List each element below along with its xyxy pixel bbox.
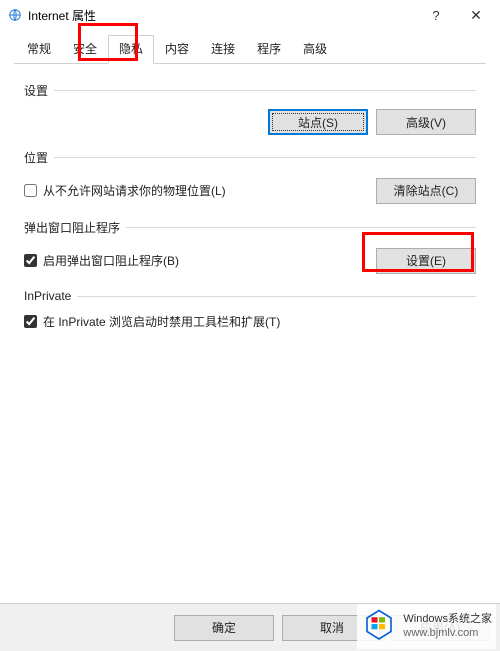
enable-popup-checkbox[interactable]: [24, 254, 37, 267]
deny-location-text: 从不允许网站请求你的物理位置(L): [43, 182, 226, 199]
tab-programs[interactable]: 程序: [246, 35, 292, 64]
watermark-line2: www.bjmlv.com: [403, 627, 492, 640]
enable-popup-text: 启用弹出窗口阻止程序(B): [43, 252, 179, 269]
tab-connections[interactable]: 连接: [200, 35, 246, 64]
popup-settings-button[interactable]: 设置(E): [376, 248, 476, 274]
titlebar: Internet 属性 ? ✕: [0, 0, 500, 30]
tab-general[interactable]: 常规: [16, 35, 62, 64]
deny-location-label[interactable]: 从不允许网站请求你的物理位置(L): [24, 182, 376, 199]
ok-button[interactable]: 确定: [174, 615, 274, 641]
tab-privacy[interactable]: 隐私: [108, 35, 154, 64]
inprivate-title: InPrivate: [24, 289, 71, 303]
tab-advanced[interactable]: 高级: [292, 35, 338, 64]
advanced-button[interactable]: 高级(V): [376, 109, 476, 135]
watermark-line1: Windows系统之家: [403, 613, 492, 626]
inprivate-checkbox[interactable]: [24, 315, 37, 328]
clear-sites-button[interactable]: 清除站点(C): [376, 178, 476, 204]
deny-location-checkbox[interactable]: [24, 184, 37, 197]
help-button[interactable]: ?: [416, 1, 456, 29]
sites-button[interactable]: 站点(S): [268, 109, 368, 135]
settings-title: 设置: [24, 82, 48, 99]
section-location: 位置 从不允许网站请求你的物理位置(L) 清除站点(C): [24, 149, 476, 205]
titlebar-title: Internet 属性: [28, 7, 96, 24]
enable-popup-label[interactable]: 启用弹出窗口阻止程序(B): [24, 252, 376, 269]
inprivate-label[interactable]: 在 InPrivate 浏览启动时禁用工具栏和扩展(T): [24, 313, 476, 330]
inprivate-text: 在 InPrivate 浏览启动时禁用工具栏和扩展(T): [43, 313, 280, 330]
tab-content-area: 设置 站点(S) 高级(V) 位置 从不允许网站请求你的物理位置(L) 清除站点…: [0, 64, 500, 330]
section-settings: 设置 站点(S) 高级(V): [24, 82, 476, 135]
location-title: 位置: [24, 149, 48, 166]
windows-logo-icon: [361, 606, 397, 647]
tab-security[interactable]: 安全: [62, 35, 108, 64]
tabs-row: 常规 安全 隐私 内容 连接 程序 高级: [0, 36, 500, 64]
globe-icon: [8, 8, 22, 22]
section-popup: 弹出窗口阻止程序 启用弹出窗口阻止程序(B) 设置(E): [24, 219, 476, 275]
close-button[interactable]: ✕: [456, 1, 496, 29]
tab-content[interactable]: 内容: [154, 35, 200, 64]
popup-title: 弹出窗口阻止程序: [24, 219, 120, 236]
section-inprivate: InPrivate 在 InPrivate 浏览启动时禁用工具栏和扩展(T): [24, 289, 476, 330]
watermark: Windows系统之家 www.bjmlv.com: [357, 604, 496, 649]
